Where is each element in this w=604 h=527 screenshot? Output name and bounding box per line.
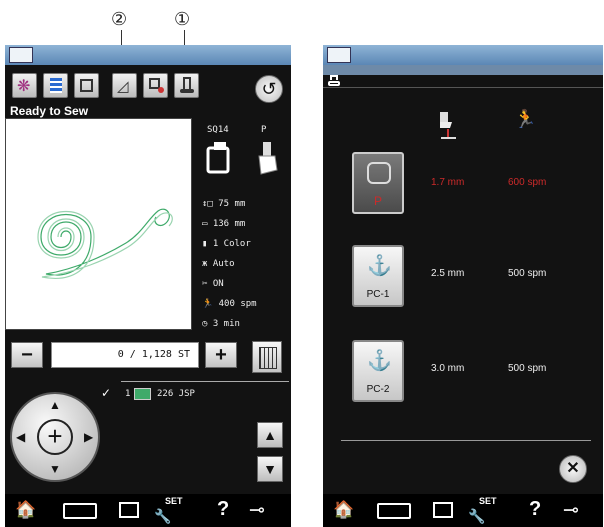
help-icon[interactable]: ? <box>217 498 229 521</box>
set-label[interactable]: SET <box>165 496 183 506</box>
foot-pc1-icon: ⚓ <box>367 255 392 277</box>
right-machine-icon <box>327 47 351 63</box>
jog-center-icon[interactable]: + <box>37 419 73 455</box>
tab-strip <box>323 65 603 75</box>
spec-speed: 🏃 400 spm <box>202 299 257 309</box>
hoop-icon <box>206 142 230 174</box>
color-index: 1 <box>125 389 131 399</box>
spiral-design <box>37 208 173 279</box>
flower-icon[interactable]: ❋ <box>12 73 37 98</box>
row-p-height: 1.7 mm <box>431 177 465 188</box>
jog-down-icon[interactable]: ▼ <box>49 462 61 476</box>
right-key-icon[interactable]: ⊸ <box>563 499 579 522</box>
right-set-label[interactable]: SET <box>479 496 497 506</box>
foot-p-button[interactable]: P <box>352 152 404 214</box>
checkmark-icon: ✓ <box>101 386 112 400</box>
header-divider <box>323 87 603 88</box>
right-home-icon[interactable]: 🏠 <box>333 500 354 520</box>
right-machine-nav-icon[interactable] <box>377 503 411 519</box>
presser-foot-p-icon <box>258 142 278 175</box>
spec-time: ◷ 3 min <box>202 319 240 329</box>
spec-cutter: ✂ ON <box>202 279 224 289</box>
callout-1: ① <box>174 9 191 30</box>
trace-icon[interactable] <box>143 73 168 98</box>
left-nav-bar: 🏠 SET 🔧 ? ⊸ <box>5 494 291 527</box>
up-button[interactable]: ▲ <box>257 422 283 448</box>
close-button[interactable]: ✕ <box>559 455 587 483</box>
foot-pc2-label: PC-2 <box>366 384 390 395</box>
foot-label: P <box>261 125 267 135</box>
hoop-label: SQ14 <box>207 125 229 135</box>
color-divider <box>121 381 289 382</box>
jog-up-icon[interactable]: ▲ <box>49 398 61 412</box>
status-text: Ready to Sew <box>10 104 89 118</box>
foot-pc1-label: PC-1 <box>366 289 390 300</box>
callout-2: ② <box>111 9 128 30</box>
foot-height-icon <box>440 112 456 139</box>
title-bar <box>5 45 291 65</box>
right-help-icon[interactable]: ? <box>529 498 541 521</box>
plus-button[interactable]: + <box>205 342 237 368</box>
minus-button[interactable]: − <box>11 342 43 368</box>
thread-color-swatch <box>134 388 151 400</box>
spec-height: ↕□ 75 mm <box>202 199 246 209</box>
foot-p-label: P <box>373 194 382 208</box>
spec-width: ▭ 136 mm <box>202 219 246 229</box>
color-list-icon[interactable] <box>43 73 68 98</box>
foot-p-icon <box>367 162 391 184</box>
foot-tab-icon <box>328 75 340 87</box>
color-code: 226 JSP <box>157 389 195 399</box>
frame-icon[interactable] <box>74 73 99 98</box>
stitch-grid-button[interactable] <box>252 341 282 373</box>
row-pc2-speed: 500 spm <box>508 363 547 374</box>
specs-list: ↕□ 75 mm ▭ 136 mm ▮ 1 Color ж Auto ✂ ON … <box>202 199 288 339</box>
jog-right-icon[interactable]: ▶ <box>84 430 93 444</box>
thread-tension-icon[interactable]: ◿ <box>112 73 137 98</box>
speed-icon: 🏃 <box>514 109 537 129</box>
jog-dial[interactable]: ▲ ▼ ◀ ▶ + <box>10 392 100 482</box>
row-pc1-speed: 500 spm <box>508 268 547 279</box>
spec-tension: ж Auto <box>202 259 235 269</box>
jog-left-icon[interactable]: ◀ <box>16 430 25 444</box>
presser-foot-icon[interactable] <box>174 73 199 98</box>
grid-icon <box>259 347 277 369</box>
back-button[interactable]: ↺ <box>255 75 283 103</box>
key-icon[interactable]: ⊸ <box>249 499 265 522</box>
machine-icon <box>9 47 33 63</box>
design-preview <box>5 118 192 330</box>
foot-pc2-button[interactable]: ⚓ PC-2 <box>352 340 404 402</box>
machine-nav-icon[interactable] <box>63 503 97 519</box>
foot-pc2-icon: ⚓ <box>367 350 392 372</box>
right-nav-bar: 🏠 SET 🔧 ? ⊸ <box>323 494 603 527</box>
right-folder-icon[interactable] <box>433 502 453 518</box>
row-p-speed: 600 spm <box>508 177 547 188</box>
right-wrench-icon[interactable]: 🔧 <box>468 508 485 525</box>
right-title-bar <box>323 45 603 65</box>
row-pc2-height: 3.0 mm <box>431 363 465 374</box>
spec-colors: ▮ 1 Color <box>202 239 251 249</box>
folder-icon[interactable] <box>119 502 139 518</box>
down-button[interactable]: ▼ <box>257 456 283 482</box>
stitch-counter: 0 / 1,128 ST <box>51 342 199 368</box>
home-icon[interactable]: 🏠 <box>15 500 36 520</box>
foot-pc1-button[interactable]: ⚓ PC-1 <box>352 245 404 307</box>
row-pc1-height: 2.5 mm <box>431 268 465 279</box>
footer-divider <box>341 440 591 441</box>
wrench-icon[interactable]: 🔧 <box>154 508 171 525</box>
